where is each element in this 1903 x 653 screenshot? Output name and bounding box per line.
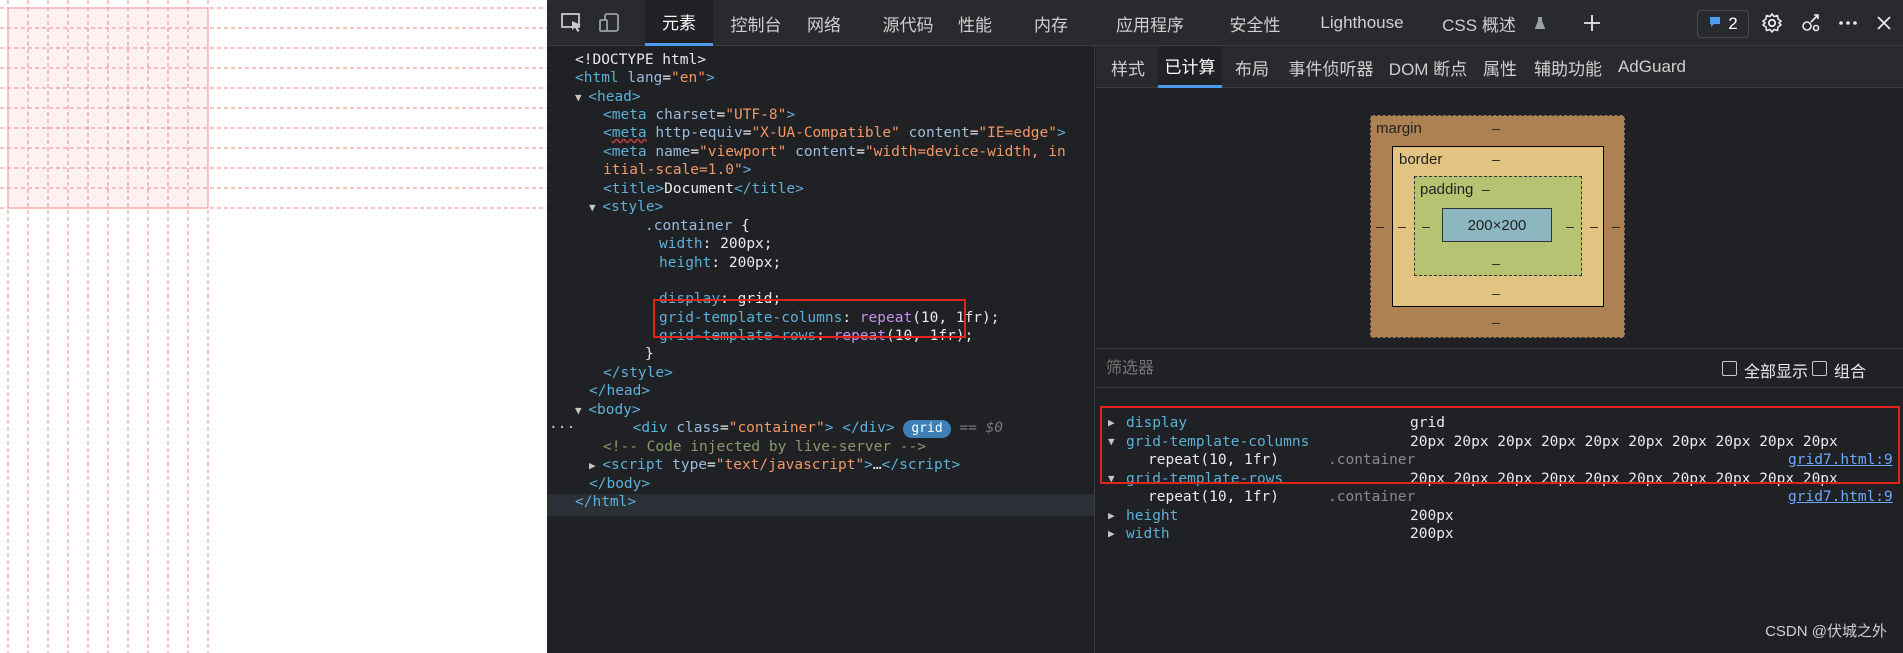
border-label: border (1399, 151, 1443, 168)
filter-bar: 全部显示 组合 (1096, 348, 1903, 388)
tab-lighthouse[interactable]: Lighthouse (1312, 0, 1412, 46)
tab-memory[interactable]: 内存 (1023, 0, 1079, 46)
page-viewport (0, 0, 547, 653)
devtools-toolbar: 元素 控制台 网络 源代码 性能 内存 应用程序 安全性 Lighthouse … (547, 0, 1903, 46)
computed-pane: 样式 已计算 布局 事件侦听器 DOM 断点 属性 辅助功能 AdGuard 2… (1096, 46, 1903, 653)
content-size: 200×200 (1467, 216, 1527, 234)
tab-network[interactable]: 网络 (795, 0, 853, 46)
margin-bottom-value: – (1492, 314, 1500, 330)
device-toolbar-icon[interactable] (595, 8, 625, 38)
add-tab-icon[interactable] (1577, 8, 1607, 38)
dom-line[interactable]: </html> (575, 491, 636, 513)
padding-right-value: – (1566, 218, 1574, 234)
margin-left-value: – (1376, 218, 1384, 234)
gear-icon[interactable] (1757, 8, 1787, 38)
issues-icon (1708, 14, 1722, 34)
border-bottom-value: – (1492, 285, 1500, 301)
box-model-diagram: 200×200 margin – – – – border – – – – pa… (1096, 88, 1903, 348)
group-label: 组合 (1834, 364, 1867, 381)
margin-right-value: – (1612, 218, 1620, 234)
tab-application[interactable]: 应用程序 (1105, 0, 1195, 46)
tab-accessibility[interactable]: 辅助功能 (1528, 46, 1608, 88)
css-line: height: 200px; (659, 255, 782, 271)
devtools-panel: 元素 控制台 网络 源代码 性能 内存 应用程序 安全性 Lighthouse … (547, 0, 1903, 653)
computed-prop-row[interactable]: ▶ width 200px (1096, 501, 1903, 542)
inspect-element-icon[interactable] (557, 8, 587, 38)
group-checkbox[interactable] (1812, 361, 1827, 376)
padding-top-value: – (1482, 181, 1490, 197)
issues-count: 2 (1728, 14, 1738, 33)
border-top-value: – (1492, 151, 1500, 167)
show-all-checkbox[interactable] (1722, 361, 1737, 376)
customize-icon[interactable] (1795, 8, 1825, 38)
close-icon[interactable] (1869, 8, 1899, 38)
tab-computed[interactable]: 已计算 (1158, 46, 1222, 88)
padding-label: padding (1420, 181, 1474, 198)
box-model-content[interactable]: 200×200 (1442, 208, 1552, 242)
tab-css-overview[interactable]: CSS 概述 (1433, 0, 1525, 46)
tab-dom-breakpoints[interactable]: DOM 断点 (1384, 46, 1472, 88)
grid-overlay (0, 0, 547, 653)
tab-elements[interactable]: 元素 (645, 0, 713, 46)
padding-bottom-value: – (1492, 255, 1500, 271)
padding-left-value: – (1422, 218, 1430, 234)
sidebar-tabs: 样式 已计算 布局 事件侦听器 DOM 断点 属性 辅助功能 AdGuard (1096, 46, 1903, 88)
tab-sources[interactable]: 源代码 (871, 0, 945, 46)
issues-badge[interactable]: 2 (1697, 10, 1749, 38)
computed-properties-list: ▶ display grid ▼ grid-template-columns 20px … (1096, 388, 1903, 653)
flask-icon (1533, 8, 1547, 38)
show-all-label: 全部显示 (1744, 364, 1809, 381)
tab-console[interactable]: 控制台 (719, 0, 793, 46)
tab-styles[interactable]: 样式 (1100, 46, 1156, 88)
margin-label: margin (1376, 120, 1422, 137)
elements-dom-tree: <!DOCTYPE html> <html lang="en"> ▼ <head… (547, 46, 1095, 653)
highlight-box (653, 299, 966, 338)
tab-adguard[interactable]: AdGuard (1614, 46, 1690, 88)
more-options-icon[interactable] (1833, 8, 1863, 38)
border-right-value: – (1590, 218, 1598, 234)
watermark: CSDN @伏城之外 (1765, 623, 1887, 640)
tab-event-listeners[interactable]: 事件侦听器 (1282, 46, 1380, 88)
border-left-value: – (1398, 218, 1406, 234)
margin-top-value: – (1492, 120, 1500, 136)
tab-performance[interactable]: 性能 (947, 0, 1003, 46)
tab-layout[interactable]: 布局 (1226, 46, 1278, 88)
highlight-box (1100, 406, 1900, 484)
tab-properties[interactable]: 属性 (1476, 46, 1524, 88)
filter-input[interactable] (1106, 358, 1406, 380)
tab-security[interactable]: 安全性 (1219, 0, 1291, 46)
